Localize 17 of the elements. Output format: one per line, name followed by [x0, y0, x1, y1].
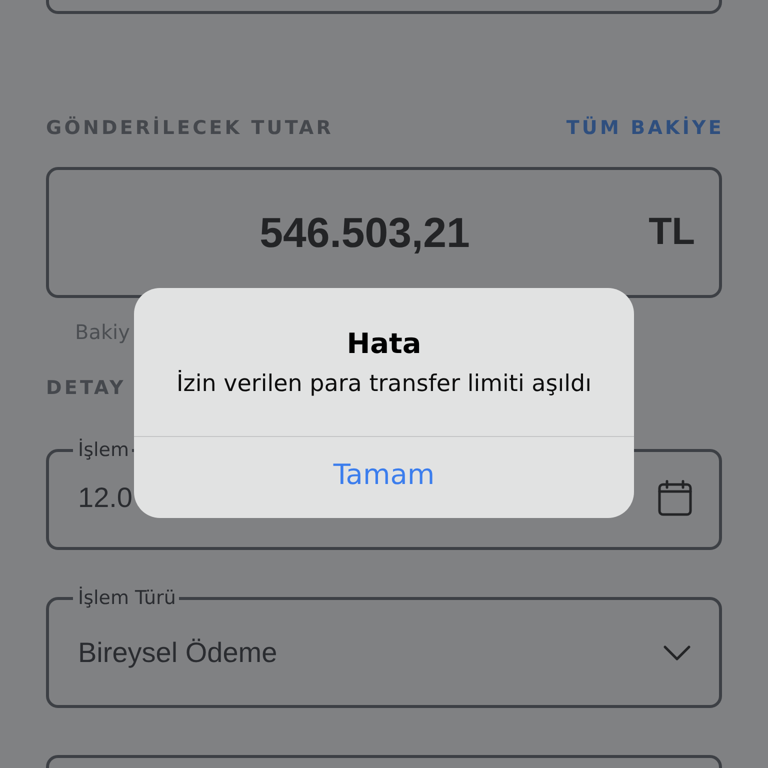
- dialog-title: Hata: [346, 327, 422, 361]
- input-field[interactable]: [46, 0, 722, 14]
- ok-button[interactable]: Tamam: [134, 437, 634, 518]
- field-label: İşlem Türü: [77, 587, 177, 609]
- full-balance-link[interactable]: TÜM BAKİYE: [566, 117, 724, 139]
- dialog-message: İzin verilen para transfer limiti aşıldı: [176, 370, 592, 398]
- field-value: Bireysel Ödeme: [78, 637, 278, 669]
- input-field[interactable]: [46, 755, 722, 768]
- section-heading: DETAY: [46, 377, 126, 399]
- calendar-icon[interactable]: [658, 480, 692, 516]
- field-value: 12.0: [78, 482, 132, 514]
- select-field[interactable]: İşlem Türü Bireysel Ödeme: [46, 587, 722, 708]
- chevron-down-icon[interactable]: [663, 645, 691, 661]
- field-label: İşlem: [77, 439, 130, 461]
- section-heading: GÖNDERİLECEK TUTAR: [46, 117, 334, 139]
- currency-label: TL: [648, 211, 695, 254]
- amount-value: 546.503,21: [260, 208, 470, 256]
